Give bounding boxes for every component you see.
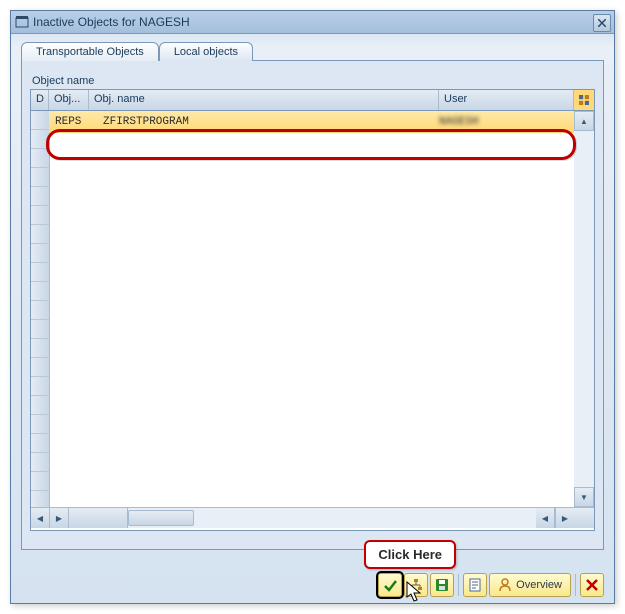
vertical-scrollbar[interactable]: ▲ ▼ — [574, 111, 594, 507]
table-row[interactable]: REPS ZFIRSTPROGRAM NAGESH — [49, 111, 574, 133]
annotation-highlight-oval — [46, 129, 576, 160]
save-button[interactable] — [430, 573, 454, 597]
separator — [575, 574, 576, 596]
person-icon — [498, 578, 512, 592]
document-button[interactable] — [463, 573, 487, 597]
close-button[interactable] — [593, 14, 611, 32]
inactive-objects-dialog: Inactive Objects for NAGESH Transportabl… — [10, 10, 615, 604]
col-obj[interactable]: Obj... — [49, 90, 89, 110]
scroll-right-end-icon[interactable]: ▶ — [555, 508, 574, 528]
cell-obj: REPS — [49, 116, 95, 128]
tab-area: Transportable Objects Local objects Obje… — [21, 42, 604, 550]
hscroll-thumb[interactable] — [128, 510, 194, 526]
scroll-up-icon[interactable]: ▲ — [574, 111, 594, 131]
tree-button[interactable] — [404, 573, 428, 597]
col-user[interactable]: User — [439, 90, 574, 110]
table-header-row: D Obj... Obj. name User — [31, 90, 594, 111]
cell-obj-name: ZFIRSTPROGRAM — [95, 116, 433, 128]
col-obj-name[interactable]: Obj. name — [89, 90, 439, 110]
row-header-gutter — [31, 111, 50, 507]
horizontal-scrollbar[interactable]: ◀ ▶ ◀ ▶ — [31, 507, 594, 528]
continue-button[interactable] — [378, 573, 402, 597]
cell-user: NAGESH — [433, 116, 574, 128]
overview-button[interactable]: Overview — [489, 573, 571, 597]
col-d[interactable]: D — [31, 90, 49, 110]
window-icon — [15, 15, 29, 29]
section-label: Object name — [30, 75, 595, 87]
col-config-button[interactable] — [574, 90, 594, 110]
hscroll-track[interactable] — [128, 508, 536, 528]
footer-toolbar: Overview — [378, 573, 604, 597]
annotation-callout: Click Here — [364, 540, 456, 569]
scroll-track[interactable] — [574, 131, 594, 487]
window-title: Inactive Objects for NAGESH — [33, 15, 190, 29]
overview-label: Overview — [516, 579, 562, 591]
scroll-left-icon[interactable]: ▶ — [50, 508, 69, 528]
cancel-button[interactable] — [580, 573, 604, 597]
object-table: D Obj... Obj. name User — [30, 89, 595, 531]
scroll-left-start-icon[interactable]: ◀ — [31, 508, 50, 528]
titlebar: Inactive Objects for NAGESH — [11, 11, 614, 34]
tab-transportable[interactable]: Transportable Objects — [21, 42, 159, 61]
tab-content: Object name D Obj... Obj. name User — [21, 60, 604, 550]
scroll-down-icon[interactable]: ▼ — [574, 487, 594, 507]
scroll-right-icon[interactable]: ◀ — [536, 508, 555, 528]
tab-local[interactable]: Local objects — [159, 42, 253, 61]
table-body: REPS ZFIRSTPROGRAM NAGESH ▲ ▼ — [31, 111, 594, 507]
separator — [458, 574, 459, 596]
